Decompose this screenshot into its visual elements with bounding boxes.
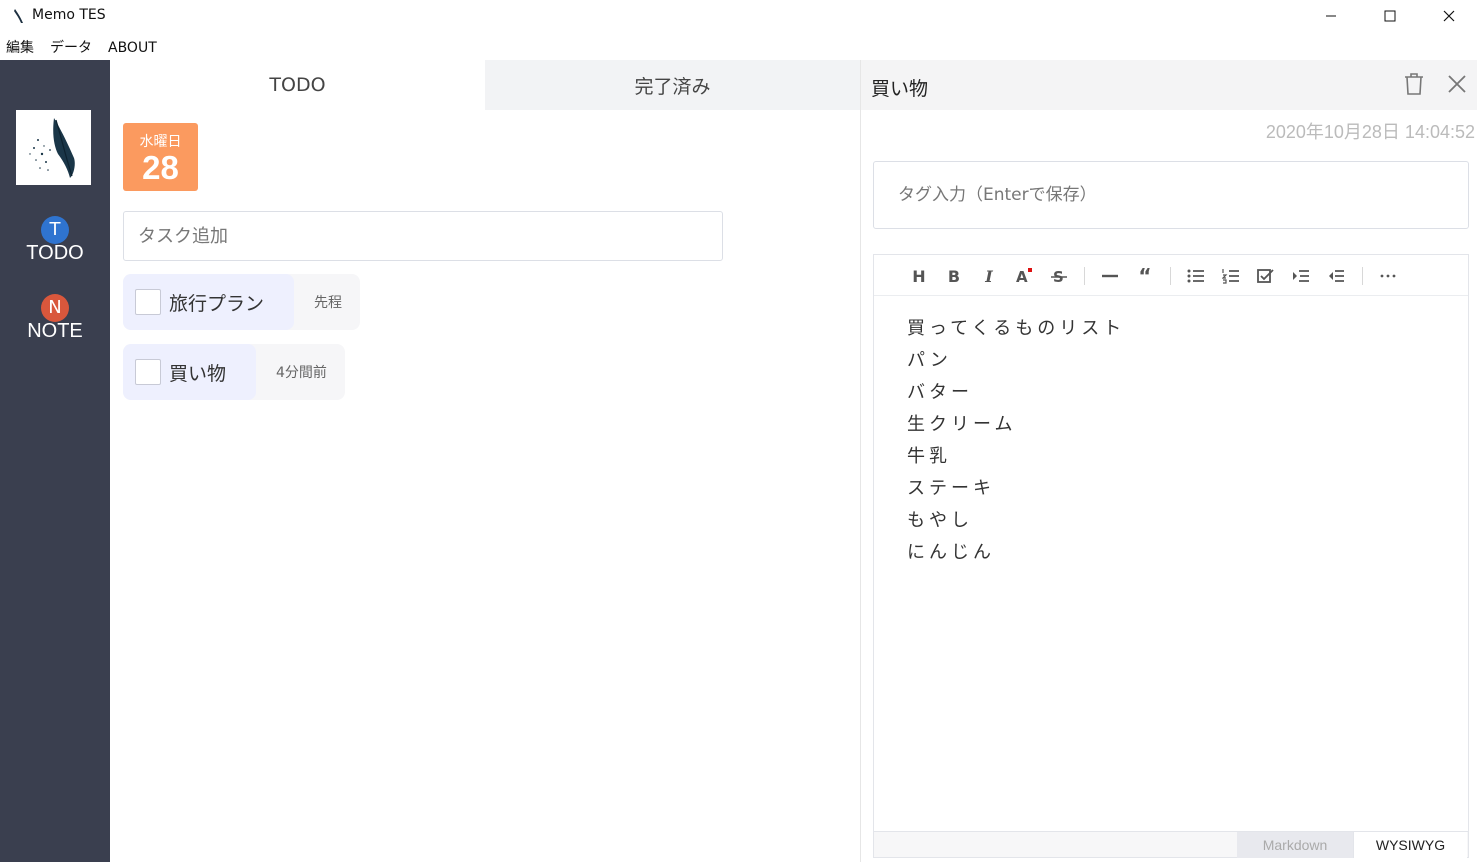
todo-badge: T xyxy=(41,216,69,244)
note-editor: H B I A S “ 買ってくるものリスト パン バター 生クリーム 牛乳 ス… xyxy=(873,254,1469,858)
task-item[interactable]: 旅行プラン 先程 xyxy=(123,274,361,330)
note-line: 生クリーム xyxy=(907,414,1017,435)
more-icon[interactable] xyxy=(1375,263,1401,289)
tab-completed[interactable]: 完了済み xyxy=(485,60,860,110)
editor-toolbar: H B I A S “ xyxy=(874,255,1468,296)
sidebar-item-todo[interactable]: T TODO xyxy=(0,216,110,265)
outdent-icon[interactable] xyxy=(1323,263,1349,289)
menu-bar: 編集 データ ABOUT xyxy=(0,38,167,60)
date-day: 28 xyxy=(142,149,179,186)
svg-text:A: A xyxy=(1016,268,1028,286)
note-line: もやし xyxy=(907,510,973,531)
avatar xyxy=(16,110,91,185)
minimize-icon xyxy=(1326,15,1336,17)
task-main: 買い物 xyxy=(123,344,257,400)
close-window-button[interactable] xyxy=(1420,0,1477,32)
panel-divider xyxy=(860,60,861,862)
task-time: 先程 xyxy=(314,295,343,311)
date-badge: 水曜日 28 xyxy=(123,123,198,191)
note-header: 買い物 xyxy=(861,60,1477,110)
note-content[interactable]: 買ってくるものリスト パン バター 生クリーム 牛乳 ステーキ もやし にんじん xyxy=(907,313,1125,569)
note-line: にんじん xyxy=(907,542,995,563)
heading-icon[interactable]: H xyxy=(906,263,932,289)
maximize-button[interactable] xyxy=(1361,0,1419,32)
font-color-icon[interactable]: A xyxy=(1011,263,1037,289)
close-icon[interactable] xyxy=(1446,72,1468,96)
task-label: 買い物 xyxy=(169,362,227,385)
tag-input[interactable] xyxy=(873,161,1469,229)
horizontal-rule-icon[interactable] xyxy=(1097,263,1123,289)
markdown-mode-tab[interactable]: Markdown xyxy=(1237,832,1353,858)
note-line: パン xyxy=(907,350,952,371)
window-title: Memo TES xyxy=(32,7,106,23)
wysiwyg-mode-tab[interactable]: WYSIWYG xyxy=(1353,832,1467,858)
note-title: 買い物 xyxy=(871,78,929,100)
note-line: ステーキ xyxy=(907,478,995,499)
date-weekday: 水曜日 xyxy=(139,134,182,150)
sidebar-item-note[interactable]: N NOTE xyxy=(0,294,110,343)
toolbar-separator xyxy=(1170,267,1171,285)
note-badge: N xyxy=(41,294,69,322)
app-logo-icon xyxy=(14,9,23,23)
sidebar-item-label: TODO xyxy=(26,242,84,264)
bullet-list-icon[interactable] xyxy=(1183,263,1209,289)
task-add-input[interactable] xyxy=(123,211,723,261)
title-bar: Memo TES xyxy=(0,0,1477,32)
bold-icon[interactable]: B xyxy=(941,263,967,289)
tab-todo[interactable]: TODO xyxy=(110,60,485,110)
quote-icon[interactable]: “ xyxy=(1132,263,1158,289)
indent-icon[interactable] xyxy=(1288,263,1314,289)
maximize-icon xyxy=(1384,10,1396,22)
note-line: バター xyxy=(907,382,973,403)
task-checkbox[interactable] xyxy=(135,359,161,385)
strikethrough-icon[interactable]: S xyxy=(1046,263,1072,289)
ordered-list-icon[interactable] xyxy=(1218,263,1244,289)
trash-icon[interactable] xyxy=(1403,72,1425,96)
toolbar-separator xyxy=(1084,267,1085,285)
task-item[interactable]: 買い物 4分間前 xyxy=(123,344,345,400)
italic-icon[interactable]: I xyxy=(976,263,1002,289)
close-icon xyxy=(1443,10,1455,22)
check-list-icon[interactable] xyxy=(1253,263,1279,289)
task-checkbox[interactable] xyxy=(135,289,161,315)
task-label: 旅行プラン xyxy=(169,292,265,315)
task-time: 4分間前 xyxy=(276,365,327,381)
toolbar-separator xyxy=(1362,267,1363,285)
menu-edit[interactable]: 編集 xyxy=(0,38,42,60)
menu-data[interactable]: データ xyxy=(44,38,100,60)
note-datetime: 2020年10月28日 14:04:52 xyxy=(1265,122,1475,142)
sidebar: T TODO N NOTE xyxy=(0,60,110,862)
feather-logo-icon xyxy=(29,118,75,178)
note-line: 牛乳 xyxy=(907,446,951,467)
menu-about[interactable]: ABOUT xyxy=(102,38,165,60)
task-main: 旅行プラン xyxy=(123,274,295,330)
note-line: 買ってくるものリスト xyxy=(907,318,1126,339)
editor-mode-bar: Markdown WYSIWYG xyxy=(874,831,1468,858)
minimize-button[interactable] xyxy=(1302,0,1360,32)
sidebar-item-label: NOTE xyxy=(27,320,83,342)
